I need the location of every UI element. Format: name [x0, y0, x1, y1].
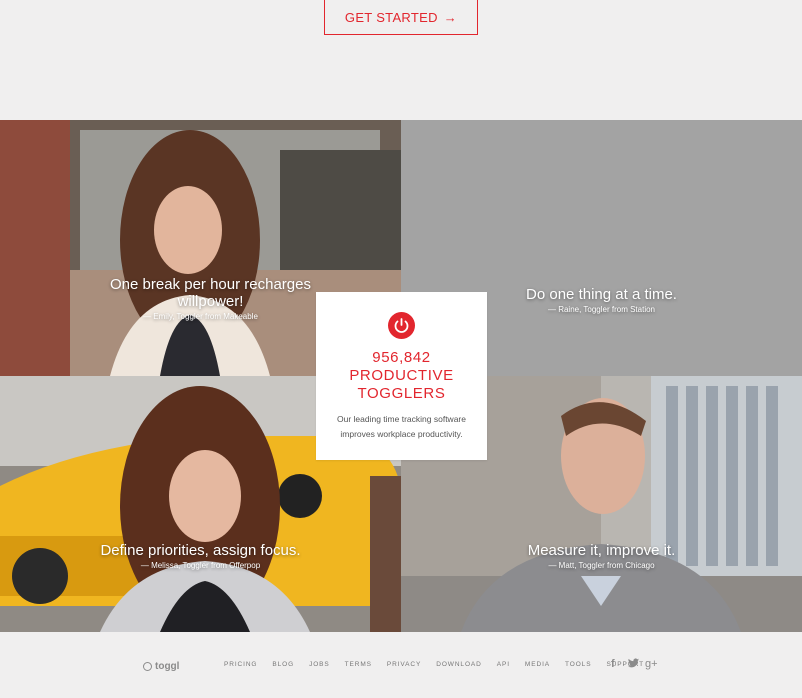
- footer-link-pricing[interactable]: PRICING: [224, 661, 257, 668]
- footer-link-privacy[interactable]: PRIVACY: [387, 661, 421, 668]
- count-number: 956,842: [372, 349, 431, 366]
- stats-card: 956,842 PRODUCTIVE TOGGLERS Our leading …: [316, 292, 487, 460]
- quote-block: Measure it, improve it. — Matt, Toggler …: [401, 542, 802, 570]
- footer-link-download[interactable]: DOWNLOAD: [436, 661, 481, 668]
- logo-text: toggl: [155, 660, 180, 672]
- social-links: f g+: [611, 658, 658, 670]
- arrow-right-icon: →: [443, 9, 458, 25]
- power-icon: [388, 312, 415, 339]
- footer-link-media[interactable]: MEDIA: [525, 661, 550, 668]
- quote-attribution: — Matt, Toggler from Chicago: [548, 561, 655, 570]
- get-started-label: GET STARTED: [344, 9, 438, 25]
- quote-text: Define priorities, assign focus.: [100, 542, 301, 559]
- quote-text: Measure it, improve it.: [527, 542, 676, 559]
- twitter-icon[interactable]: [628, 658, 639, 670]
- footer-nav: PRICING BLOG JOBS TERMS PRIVACY DOWNLOAD…: [224, 661, 659, 668]
- footer-link-api[interactable]: API: [497, 661, 510, 668]
- footer: toggl PRICING BLOG JOBS TERMS PRIVACY DO…: [0, 632, 802, 698]
- page: GET STARTED → One break per hour recharg…: [0, 0, 802, 698]
- footer-link-tools[interactable]: TOOLS: [565, 661, 591, 668]
- toggl-logo[interactable]: toggl: [143, 660, 179, 672]
- get-started-button[interactable]: GET STARTED →: [324, 0, 478, 35]
- description-line: improves workplace productivity.: [340, 429, 463, 439]
- count-line1: PRODUCTIVE: [349, 367, 454, 384]
- count-line2: TOGGLERS: [357, 385, 446, 402]
- togglers-count: 956,842 PRODUCTIVE TOGGLERS: [316, 349, 487, 403]
- quote-attribution: — Melissa, Toggler from Offerpop: [140, 561, 261, 570]
- google-plus-icon[interactable]: g+: [645, 658, 658, 670]
- description-line: Our leading time tracking software: [337, 414, 466, 424]
- quote-block: Define priorities, assign focus. — Melis…: [0, 542, 401, 570]
- footer-link-terms[interactable]: TERMS: [345, 661, 372, 668]
- facebook-icon[interactable]: f: [611, 658, 622, 670]
- footer-link-jobs[interactable]: JOBS: [309, 661, 330, 668]
- toggl-logo-icon: [143, 661, 152, 671]
- card-description: Our leading time tracking software impro…: [326, 412, 477, 442]
- footer-link-blog[interactable]: BLOG: [272, 661, 294, 668]
